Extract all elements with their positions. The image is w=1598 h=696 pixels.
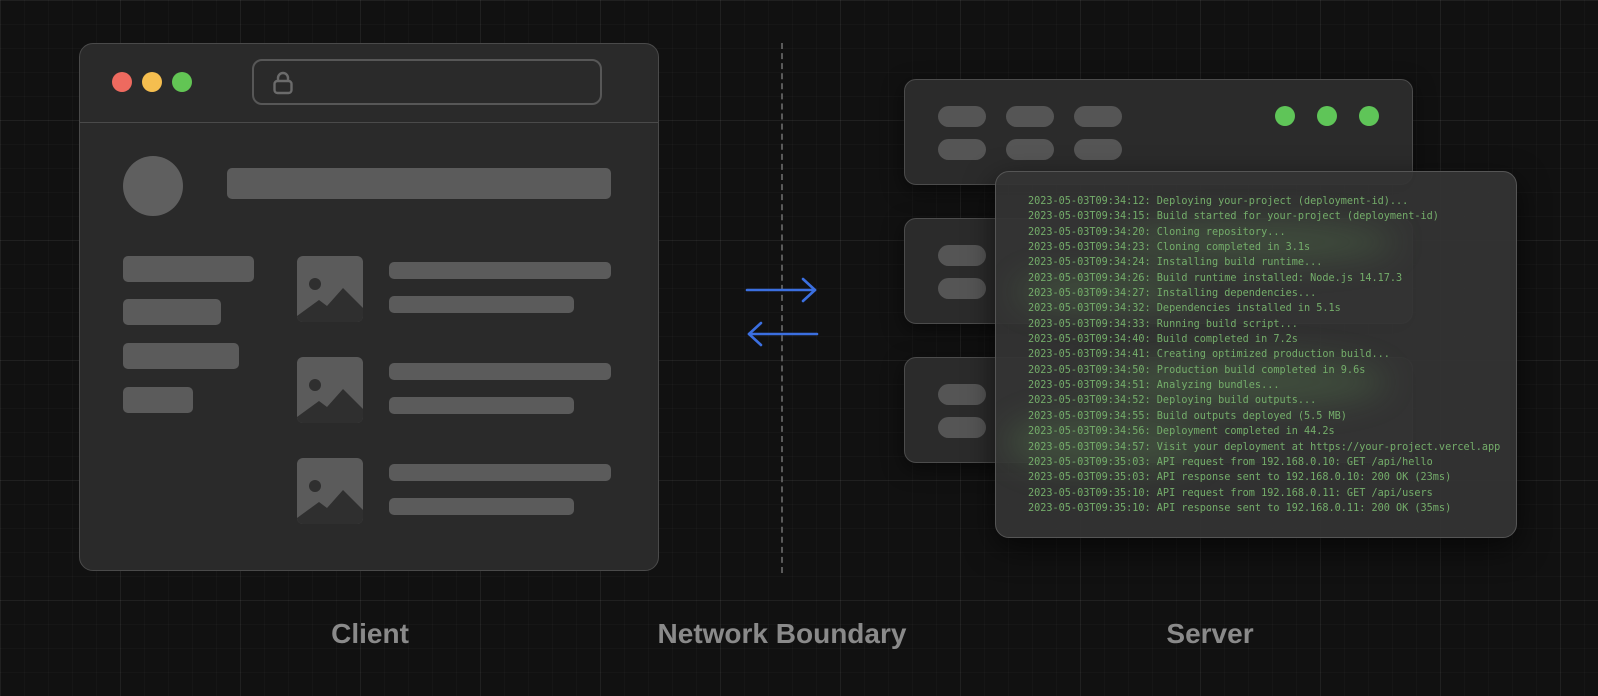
sidebar-placeholder-3 (123, 343, 239, 369)
log-line: 2023-05-03T09:35:10: API request from 19… (1028, 487, 1433, 499)
server-slot (1006, 106, 1054, 127)
sidebar-placeholder-4 (123, 387, 193, 413)
image-placeholder-icon (297, 256, 363, 322)
server-slot (938, 245, 986, 266)
log-line: 2023-05-03T09:34:56: Deployment complete… (1028, 426, 1335, 438)
lock-icon (270, 70, 296, 96)
content-subtitle-placeholder-3 (389, 498, 574, 515)
log-line: 2023-05-03T09:34:26: Build runtime insta… (1028, 272, 1403, 284)
server-status-led (1275, 106, 1295, 126)
maximize-window-dot (172, 72, 192, 92)
minimize-window-dot (142, 72, 162, 92)
close-window-dot (112, 72, 132, 92)
content-title-placeholder-1 (389, 262, 611, 279)
log-line: 2023-05-03T09:34:51: Analyzing bundles..… (1028, 380, 1280, 392)
log-line: 2023-05-03T09:35:03: API request from 19… (1028, 456, 1433, 468)
log-line: 2023-05-03T09:34:57: Visit your deployme… (1028, 441, 1501, 453)
log-line: 2023-05-03T09:34:20: Cloning repository.… (1028, 226, 1286, 238)
server-unit-top (904, 79, 1413, 185)
log-line: 2023-05-03T09:34:41: Creating optimized … (1028, 349, 1390, 361)
sidebar-placeholder-2 (123, 299, 221, 325)
log-line: 2023-05-03T09:34:55: Build outputs deplo… (1028, 410, 1347, 422)
server-slot (1074, 106, 1122, 127)
log-line: 2023-05-03T09:34:23: Cloning completed i… (1028, 242, 1311, 254)
server-status-led (1359, 106, 1379, 126)
log-line: 2023-05-03T09:34:40: Build completed in … (1028, 334, 1298, 346)
server-slot (938, 139, 986, 160)
network-boundary-line (781, 43, 783, 573)
log-line: 2023-05-03T09:34:50: Production build co… (1028, 364, 1366, 376)
log-line: 2023-05-03T09:34:52: Deploying build out… (1028, 395, 1317, 407)
server-slot (938, 384, 986, 405)
server-label: Server (1166, 618, 1254, 649)
log-line: 2023-05-03T09:34:27: Installing dependen… (1028, 288, 1317, 300)
log-line: 2023-05-03T09:34:33: Running build scrip… (1028, 318, 1298, 330)
client-label: Client (331, 618, 409, 649)
log-line: 2023-05-03T09:34:12: Deploying your-proj… (1028, 196, 1409, 207)
arrow-left-icon (745, 320, 819, 348)
content-title-placeholder-3 (389, 464, 611, 481)
log-line: 2023-05-03T09:35:03: API response sent t… (1028, 472, 1452, 484)
image-placeholder-icon (297, 458, 363, 524)
server-slot (1074, 139, 1122, 160)
sidebar-placeholder-1 (123, 256, 254, 282)
log-lines: 2023-05-03T09:34:12: Deploying your-proj… (1028, 194, 1516, 516)
avatar-placeholder (123, 156, 183, 216)
log-line: 2023-05-03T09:34:32: Dependencies instal… (1028, 303, 1341, 315)
image-placeholder-icon (297, 357, 363, 423)
content-title-placeholder-2 (389, 363, 611, 380)
arrow-right-icon (745, 276, 819, 304)
network-boundary-label: Network Boundary (657, 618, 907, 649)
server-slot (1006, 139, 1054, 160)
address-bar (252, 59, 602, 105)
deployment-log-terminal: 2023-05-03T09:34:12: Deploying your-proj… (995, 171, 1517, 538)
browser-title-bar (80, 44, 658, 123)
log-line: 2023-05-03T09:34:24: Installing build ru… (1028, 257, 1323, 269)
log-line: 2023-05-03T09:35:10: API response sent t… (1028, 502, 1452, 514)
content-subtitle-placeholder-2 (389, 397, 574, 414)
server-slot (938, 278, 986, 299)
header-text-placeholder (227, 168, 611, 199)
content-subtitle-placeholder-1 (389, 296, 574, 313)
log-line: 2023-05-03T09:34:15: Build started for y… (1028, 211, 1439, 223)
server-slot (938, 106, 986, 127)
server-status-led (1317, 106, 1337, 126)
client-browser-window (79, 43, 659, 571)
server-slot (938, 417, 986, 438)
